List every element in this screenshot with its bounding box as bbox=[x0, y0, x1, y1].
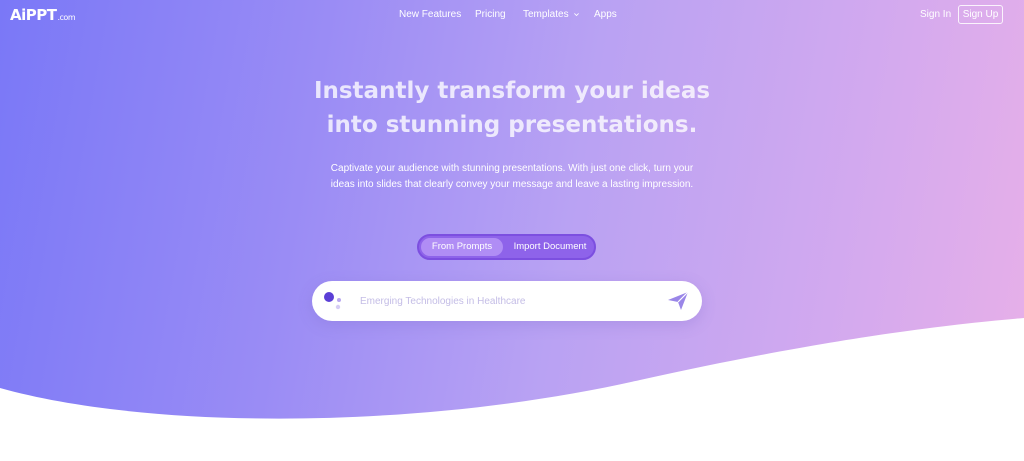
nav-templates-label: Templates bbox=[523, 9, 569, 20]
hero-headline: Instantly transform your ideas into stun… bbox=[262, 74, 762, 142]
hero-wave-shape bbox=[0, 318, 1024, 461]
nav-templates[interactable]: Templates bbox=[523, 9, 580, 20]
sign-up-button[interactable]: Sign Up bbox=[958, 5, 1003, 24]
sign-in-link[interactable]: Sign In bbox=[920, 9, 951, 20]
headline-line-1: Instantly transform your ideas bbox=[313, 78, 711, 104]
nav-new-features[interactable]: New Features bbox=[399, 9, 461, 20]
send-icon[interactable] bbox=[666, 290, 690, 312]
subtext-line-1: Captivate your audience with stunning pr… bbox=[330, 163, 694, 174]
subtext-line-2: ideas into slides that clearly convey yo… bbox=[330, 179, 694, 190]
prompt-input[interactable] bbox=[360, 291, 650, 311]
logo-domain: .com bbox=[57, 13, 76, 22]
nav-pricing[interactable]: Pricing bbox=[475, 9, 506, 20]
headline-line-2: into stunning presentations. bbox=[326, 112, 698, 138]
prompt-search-bar bbox=[312, 281, 702, 321]
nav-apps[interactable]: Apps bbox=[594, 9, 617, 20]
tab-from-prompts[interactable]: From Prompts bbox=[421, 238, 503, 256]
chevron-down-icon bbox=[573, 13, 579, 17]
hero-subtext: Captivate your audience with stunning pr… bbox=[326, 161, 698, 193]
top-navigation: AiPPT .com New Features Pricing Templates… bbox=[0, 0, 1024, 30]
hero-section: AiPPT .com New Features Pricing Templates… bbox=[0, 0, 1024, 461]
logo[interactable]: AiPPT .com bbox=[10, 6, 76, 24]
tab-import-document[interactable]: Import Document bbox=[507, 238, 593, 256]
ai-assistant-icon bbox=[324, 292, 341, 310]
logo-text: AiPPT bbox=[10, 6, 57, 24]
mode-toggle: From Prompts Import Document bbox=[417, 234, 596, 260]
